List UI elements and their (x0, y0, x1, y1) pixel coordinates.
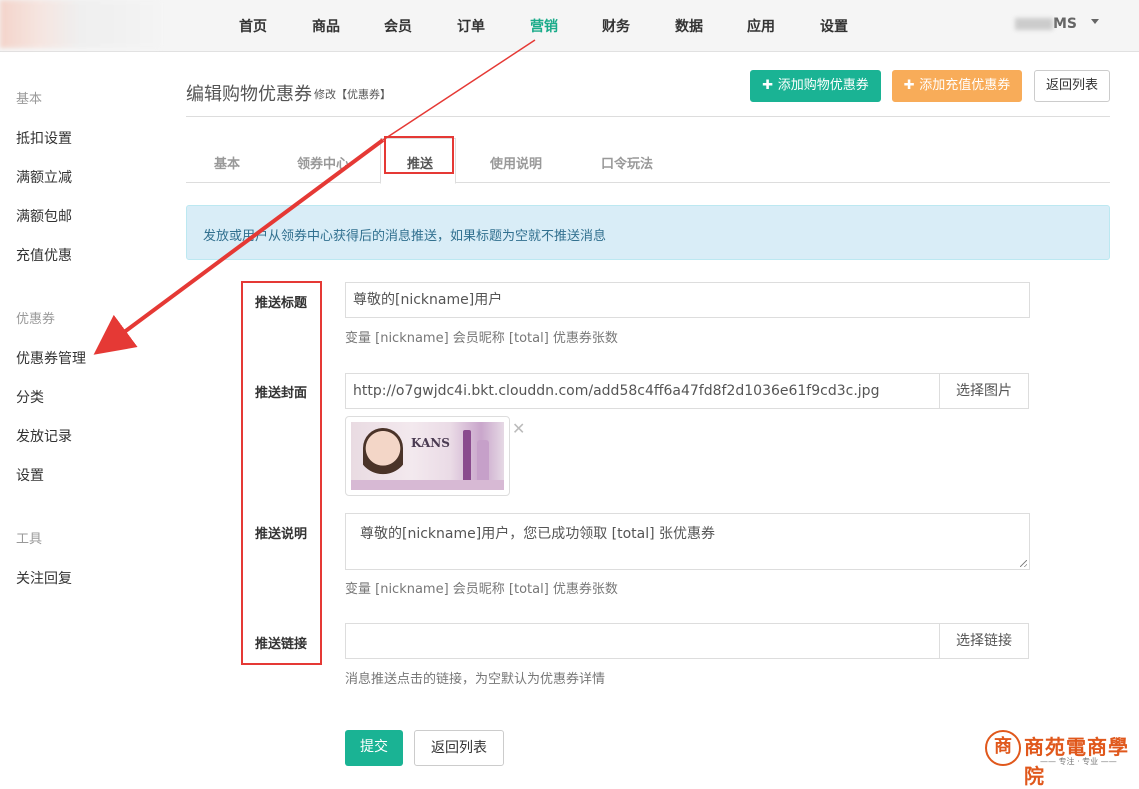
watermark-seal-icon: 商 (985, 730, 1021, 766)
watermark-subtext: —— 专注 · 专业 —— (1040, 757, 1117, 766)
annotation-arrow (93, 39, 536, 355)
